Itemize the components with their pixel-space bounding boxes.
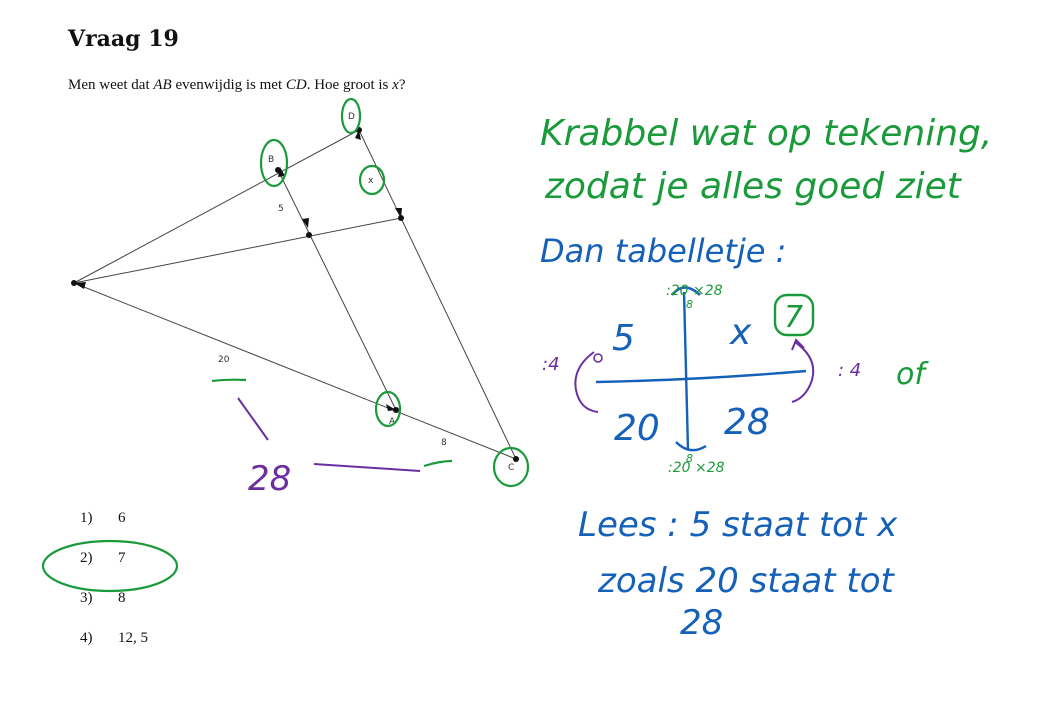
label-x: x <box>368 176 374 186</box>
point-a <box>393 407 399 413</box>
side-left-dot <box>593 353 603 363</box>
read-line1: Lees : 5 staat tot x <box>578 505 898 545</box>
side-right-note: : 4 <box>838 360 861 381</box>
point-mid-cd <box>398 215 404 221</box>
table-cell-28: 28 <box>724 402 770 443</box>
point-c <box>513 456 519 462</box>
table-top-note-sub: 8 <box>686 298 693 311</box>
handwritten-28-purple: 28 <box>248 459 291 499</box>
geometry-figure: B D x 5 20 A 8 C 28 Krabbel wat op teken… <box>41 97 992 643</box>
label-d: D <box>348 112 355 122</box>
label-len-5: 5 <box>278 204 284 214</box>
label-len-8: 8 <box>441 438 447 448</box>
read-line2: zoals 20 staat tot <box>597 561 896 601</box>
arrowheads <box>74 130 402 411</box>
table-cell-7: 7 <box>784 300 803 335</box>
point-mid-ab <box>306 232 312 238</box>
points <box>71 127 519 462</box>
answer-value: 7 <box>118 550 126 566</box>
label-b: B <box>268 155 274 165</box>
line-origin-d <box>73 129 360 284</box>
segment-dc <box>358 129 517 460</box>
pen-stroke <box>237 397 269 441</box>
answer-value: 6 <box>118 510 126 526</box>
handwritten-green-line2: zodat je alles goed ziet <box>544 166 963 207</box>
label-len-20: 20 <box>218 355 230 365</box>
pen-stroke <box>675 441 707 452</box>
handwritten-blue-line1: Dan tabelletje : <box>540 232 786 270</box>
table-bottom-note-sub: 8 <box>686 452 693 465</box>
answer-number: 1) <box>80 510 93 526</box>
table-vertical-line <box>682 291 690 451</box>
answer-number: 3) <box>80 590 93 606</box>
answer-option[interactable]: 3) 8 <box>80 590 148 630</box>
read-line3: 28 <box>680 603 723 643</box>
side-right-extra: of <box>896 357 929 392</box>
answer-option[interactable]: 1) 6 <box>80 510 148 550</box>
point-origin <box>71 280 77 286</box>
line-origin-c <box>73 282 517 460</box>
point-b <box>275 167 281 173</box>
line-origin-mid <box>73 217 402 284</box>
handwritten-green-line1: Krabbel wat op tekening, <box>540 113 992 154</box>
side-left-note: :4 <box>542 354 560 375</box>
table-horizontal-line <box>595 369 807 384</box>
figure-lines <box>73 129 517 460</box>
answer-option[interactable]: 4) 12, 5 <box>80 630 148 670</box>
pen-stroke <box>423 459 453 468</box>
label-c: C <box>508 463 514 473</box>
answer-value: 8 <box>118 590 126 606</box>
pen-stroke <box>211 378 247 383</box>
segment-ba <box>277 169 397 411</box>
answer-options: 1) 6 2) 7 3) 8 4) 12, 5 <box>80 510 148 670</box>
answer-number: 2) <box>80 550 93 566</box>
answer-number: 4) <box>80 630 93 646</box>
table-cell-5: 5 <box>612 318 635 359</box>
table-cell-x: x <box>729 312 752 353</box>
answer-value: 12, 5 <box>118 630 148 646</box>
pen-stroke <box>313 463 421 472</box>
table-cell-20: 20 <box>614 408 660 449</box>
answer-option[interactable]: 2) 7 <box>80 550 148 590</box>
table-bottom-note: :20 ×28 <box>668 460 725 476</box>
table-top-note: :20 ×28 <box>666 283 723 299</box>
